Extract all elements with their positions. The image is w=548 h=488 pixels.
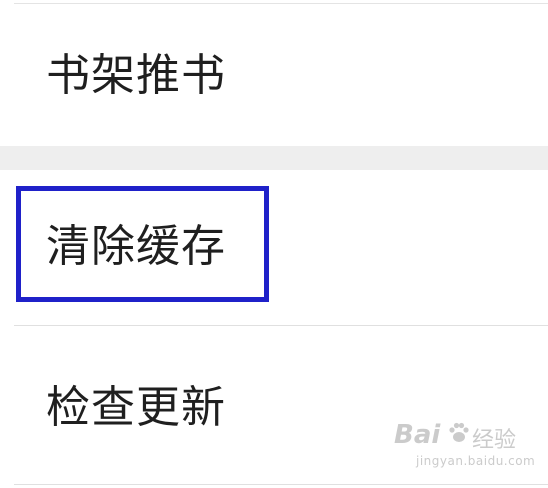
divider	[14, 325, 548, 326]
watermark-text: 经验	[472, 428, 517, 453]
section-separator	[0, 146, 548, 170]
menu-item-clear-cache[interactable]: 清除缓存	[0, 207, 548, 287]
watermark-url: jingyan.baidu.com	[416, 454, 536, 468]
divider	[14, 484, 548, 485]
watermark-logo: Bai	[394, 420, 441, 450]
menu-item-label: 清除缓存	[46, 221, 226, 272]
paw-icon	[449, 422, 469, 442]
divider	[14, 3, 548, 4]
menu-item-label: 检查更新	[46, 382, 226, 433]
baidu-jingyan-watermark: Bai 经验 jingyan.baidu.com	[394, 416, 535, 474]
settings-page: 书架推书 清除缓存 检查更新 Bai 经验 jingyan.baidu.com	[0, 0, 548, 488]
menu-item-label: 书架推书	[46, 50, 226, 101]
menu-item-bookshelf-recommend[interactable]: 书架推书	[0, 36, 548, 116]
